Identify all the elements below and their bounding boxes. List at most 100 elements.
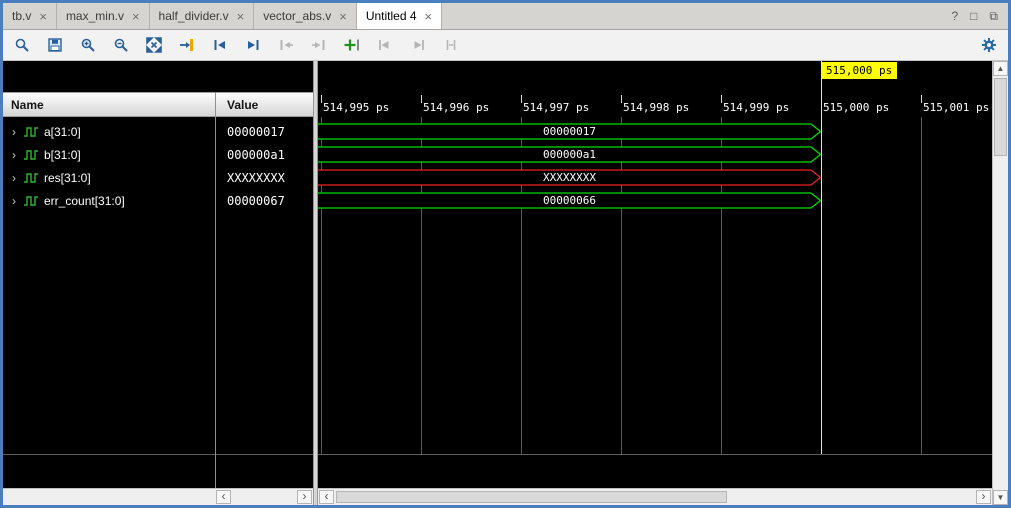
scroll-right-button[interactable]: › (297, 490, 312, 504)
signal-panel: Name Value › a[31:0] 00000017 › (3, 61, 313, 505)
waveform-vscrollbar[interactable]: ▲ ▼ (992, 61, 1008, 505)
time-tick-label: 515,001 ps (923, 101, 989, 114)
tab-half-divider-v[interactable]: half_divider.v × (150, 3, 255, 29)
save-icon[interactable] (46, 36, 64, 54)
expand-chevron-icon[interactable]: › (8, 171, 20, 185)
tab-label: half_divider.v (159, 9, 229, 23)
wave-trace-res[interactable]: XXXXXXXX (318, 166, 992, 189)
zoom-fit-icon[interactable] (145, 36, 163, 54)
vivado-wave-window: tb.v × max_min.v × half_divider.v × vect… (0, 0, 1011, 508)
time-tick-label: 514,997 ps (523, 101, 589, 114)
time-tick-label: 514,999 ps (723, 101, 789, 114)
scroll-down-button[interactable]: ▼ (993, 490, 1008, 505)
add-marker-icon[interactable] (343, 36, 361, 54)
signal-panel-top-spacer (3, 61, 313, 92)
tab-tb-v[interactable]: tb.v × (3, 3, 57, 29)
bus-signal-icon (23, 172, 39, 184)
signal-name: err_count[31:0] (44, 194, 125, 208)
name-value-column-divider[interactable] (215, 92, 216, 488)
waveform-hscrollbar[interactable]: ‹ › (318, 488, 992, 505)
expand-chevron-icon[interactable]: › (8, 194, 20, 208)
vscroll-thumb[interactable] (994, 78, 1007, 156)
signal-value: 00000017 (227, 125, 285, 139)
value-column-header[interactable]: Value (227, 98, 258, 112)
help-icon[interactable]: ? (951, 9, 958, 23)
waveform-canvas[interactable]: 00000017 000000a1 XXXXXXXX (318, 117, 992, 454)
time-cursor-line[interactable] (821, 61, 822, 454)
bus-signal-icon (23, 149, 39, 161)
signal-row-b[interactable]: › b[31:0] 000000a1 (3, 143, 313, 166)
expand-chevron-icon[interactable]: › (8, 125, 20, 139)
cursor-time-badge[interactable]: 515,000 ps (821, 62, 897, 79)
axis-tick (521, 95, 522, 103)
zoom-out-icon[interactable] (112, 36, 130, 54)
previous-marker-icon[interactable] (277, 36, 295, 54)
close-icon[interactable]: × (39, 10, 47, 23)
scroll-left-button[interactable]: ‹ (216, 490, 231, 504)
scroll-right-button[interactable]: › (976, 490, 991, 504)
axis-tick (421, 95, 422, 103)
scroll-left-button[interactable]: ‹ (319, 490, 334, 504)
go-to-first-event-icon[interactable] (376, 36, 394, 54)
close-icon[interactable]: × (339, 10, 347, 23)
time-axis: 514,995 ps 514,996 ps 514,997 ps 514,998… (318, 61, 992, 117)
signal-panel-bottom-spacer (3, 454, 313, 488)
find-icon[interactable] (13, 36, 31, 54)
wave-main-area: Name Value › a[31:0] 00000017 › (3, 61, 1008, 505)
axis-tick (621, 95, 622, 103)
time-tick-label: 514,998 ps (623, 101, 689, 114)
hscroll-thumb[interactable] (336, 491, 727, 503)
zoom-in-icon[interactable] (79, 36, 97, 54)
zoom-to-cursor-icon[interactable] (178, 36, 196, 54)
axis-tick (721, 95, 722, 103)
signal-row-err-count[interactable]: › err_count[31:0] 00000067 (3, 189, 313, 212)
wave-traces: 00000017 000000a1 XXXXXXXX (318, 120, 992, 212)
signal-table-header: Name Value (3, 92, 313, 117)
time-tick-label: 514,995 ps (323, 101, 389, 114)
waveform-panel: 514,995 ps 514,996 ps 514,997 ps 514,998… (318, 61, 992, 505)
go-to-last-event-icon[interactable] (409, 36, 427, 54)
float-icon[interactable]: ⧉ (989, 9, 998, 24)
next-transition-icon[interactable] (244, 36, 262, 54)
editor-tabbar: tb.v × max_min.v × half_divider.v × vect… (3, 3, 1008, 30)
next-marker-icon[interactable] (310, 36, 328, 54)
maximize-icon[interactable]: □ (970, 9, 977, 23)
tab-vector-abs-v[interactable]: vector_abs.v × (254, 3, 357, 29)
tab-max-min-v[interactable]: max_min.v × (57, 3, 150, 29)
bus-value-label: 00000066 (318, 193, 821, 208)
bus-value-label: 00000017 (318, 124, 821, 139)
wave-trace-b[interactable]: 000000a1 (318, 143, 992, 166)
bus-value-label: 000000a1 (318, 147, 821, 162)
scroll-up-button[interactable]: ▲ (993, 61, 1008, 76)
settings-gear-icon[interactable] (980, 36, 998, 54)
expand-chevron-icon[interactable]: › (8, 148, 20, 162)
bus-signal-icon (23, 126, 39, 138)
signal-panel-hscrollbar[interactable]: ‹ › (3, 488, 313, 505)
tab-label: max_min.v (66, 9, 124, 23)
time-tick-label: 514,996 ps (423, 101, 489, 114)
wave-trace-a[interactable]: 00000017 (318, 120, 992, 143)
tab-label: tb.v (12, 9, 31, 23)
signal-value: XXXXXXXX (227, 171, 285, 185)
window-controls: ? □ ⧉ (941, 3, 1008, 29)
wave-toolbar (3, 30, 1008, 61)
bus-value-label: XXXXXXXX (318, 170, 821, 185)
signal-name: b[31:0] (44, 148, 81, 162)
signal-name: res[31:0] (44, 171, 91, 185)
close-icon[interactable]: × (132, 10, 140, 23)
signal-name: a[31:0] (44, 125, 81, 139)
bus-signal-icon (23, 195, 39, 207)
signal-row-a[interactable]: › a[31:0] 00000017 (3, 120, 313, 143)
waveform-bottom-spacer (318, 454, 992, 488)
tab-label: vector_abs.v (263, 9, 331, 23)
name-column-header[interactable]: Name (11, 98, 44, 112)
previous-transition-icon[interactable] (211, 36, 229, 54)
time-range-icon[interactable] (442, 36, 460, 54)
close-icon[interactable]: × (425, 10, 433, 23)
wave-trace-err-count[interactable]: 00000066 (318, 189, 992, 212)
signal-row-res[interactable]: › res[31:0] XXXXXXXX (3, 166, 313, 189)
tab-untitled-4[interactable]: Untitled 4 × (357, 3, 442, 29)
time-tick-label: 515,000 ps (823, 101, 889, 114)
signal-rows: › a[31:0] 00000017 › b[31:0] 000000a1 (3, 117, 313, 454)
close-icon[interactable]: × (237, 10, 245, 23)
